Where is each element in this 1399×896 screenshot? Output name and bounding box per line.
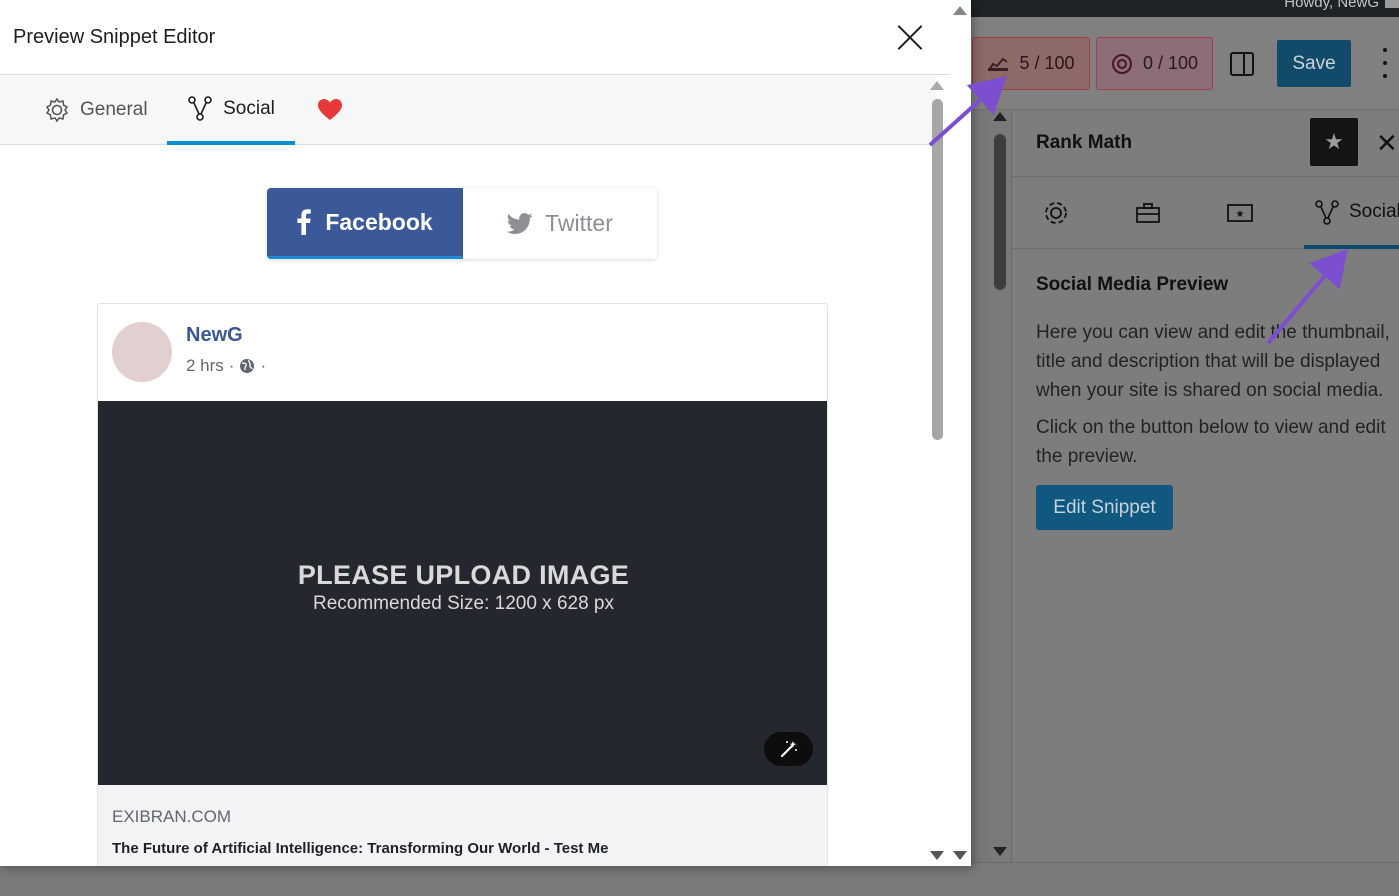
- facebook-icon: [297, 209, 312, 235]
- avatar: [112, 322, 172, 382]
- edit-snippet-button[interactable]: Edit Snippet: [1036, 485, 1173, 530]
- magic-wand-button[interactable]: [764, 732, 813, 766]
- close-icon[interactable]: [896, 23, 926, 53]
- post-meta: 2 hrs · ·: [186, 356, 266, 376]
- image-placeholder[interactable]: PLEASE UPLOAD IMAGE Recommended Size: 12…: [98, 401, 827, 785]
- facebook-tab-label: Facebook: [325, 208, 433, 235]
- user-avatar[interactable]: [1385, 0, 1399, 8]
- preview-snippet-editor-modal: Preview Snippet Editor General Social Fa…: [0, 0, 971, 866]
- link-preview-footer: EXIBRAN.COM The Future of Artificial Int…: [98, 785, 827, 866]
- editor-footer: [0, 862, 1399, 896]
- twitter-tab-label: Twitter: [545, 210, 613, 236]
- at-sign-icon: [1111, 53, 1132, 74]
- sidebar-header: Rank Math ★ ✕: [1012, 110, 1399, 177]
- modal-body: Facebook Twitter NewG 2 hrs · · PLEASE U…: [0, 145, 936, 866]
- post-time: 2 hrs: [186, 356, 224, 375]
- chart-icon: [988, 57, 1009, 71]
- scrollbar-thumb[interactable]: [994, 134, 1006, 290]
- link-title: The Future of Artificial Intelligence: T…: [112, 840, 609, 857]
- upload-subtitle: Recommended Size: 1200 x 628 px: [312, 593, 614, 614]
- upload-prompt: PLEASE UPLOAD IMAGE Recommended Size: 12…: [98, 560, 827, 615]
- link-domain: EXIBRAN.COM: [112, 807, 232, 826]
- facebook-preview-card: NewG 2 hrs · · PLEASE UPLOAD IMAGE Recom…: [97, 303, 828, 866]
- more-options-icon[interactable]: [1378, 48, 1392, 78]
- scroll-down-arrow-icon[interactable]: [993, 847, 1007, 856]
- modal-title: Preview Snippet Editor: [13, 26, 216, 48]
- toolbox-icon[interactable]: [1132, 197, 1164, 229]
- facebook-tab[interactable]: Facebook: [267, 188, 463, 259]
- seo-score-button[interactable]: 5 / 100: [972, 37, 1090, 90]
- globe-icon: [240, 359, 255, 373]
- social-preview-instruction: Click on the button below to view and ed…: [1036, 417, 1386, 467]
- tab-general[interactable]: General: [44, 75, 148, 145]
- ai-score-button[interactable]: 0 / 100: [1096, 37, 1213, 90]
- social-preview-heading: Social Media Preview: [1036, 274, 1229, 295]
- social-preview-description: Here you can view and edit the thumbnail…: [1036, 322, 1390, 401]
- heart-icon: [318, 99, 342, 120]
- star-icon[interactable]: ★: [1310, 118, 1358, 166]
- sidebar-title: Rank Math: [1036, 132, 1133, 153]
- sidebar-toggle-icon[interactable]: [1230, 52, 1254, 76]
- meta-separator: ·: [228, 356, 235, 375]
- rank-math-sidebar: Rank Math ★ ✕ ★ Social Social Media Prev…: [1011, 110, 1399, 862]
- share-nodes-icon: [188, 96, 212, 121]
- save-button[interactable]: Save: [1277, 40, 1351, 87]
- twitter-tab[interactable]: Twitter: [463, 188, 657, 259]
- sidebar-content: Social Media Preview Here you can view a…: [1036, 268, 1396, 530]
- scroll-down-arrow-icon[interactable]: [930, 851, 944, 860]
- schema-icon[interactable]: ★: [1224, 197, 1256, 229]
- tab-favorite[interactable]: [317, 75, 343, 145]
- sidebar-tabs: ★ Social: [1012, 177, 1399, 249]
- upload-title: PLEASE UPLOAD IMAGE: [297, 560, 630, 590]
- tab-social[interactable]: Social: [167, 75, 295, 145]
- twitter-icon: [507, 212, 533, 234]
- scrollbar-thumb[interactable]: [932, 99, 943, 440]
- howdy-greeting[interactable]: Howdy, NewG: [1284, 0, 1379, 11]
- gear-icon: [45, 97, 69, 123]
- tab-social-label: Social: [223, 98, 275, 119]
- author-name: NewG: [186, 324, 243, 346]
- scroll-up-arrow-icon[interactable]: [930, 81, 944, 90]
- sidebar-tab-social[interactable]: Social: [1304, 177, 1399, 249]
- ai-score-value: 0 / 100: [1142, 53, 1199, 73]
- sidebar-tab-social-label: Social: [1349, 201, 1399, 222]
- scroll-up-arrow-icon[interactable]: [953, 6, 967, 15]
- meta-separator: ·: [260, 356, 267, 375]
- modal-scrollbar[interactable]: [926, 75, 948, 866]
- magic-wand-icon: [780, 741, 797, 758]
- modal-header: Preview Snippet Editor: [0, 0, 971, 75]
- share-nodes-icon: [1315, 200, 1339, 225]
- page-scrollbar[interactable]: [950, 0, 971, 866]
- editor-scrollbar[interactable]: [990, 110, 1010, 862]
- seo-score-value: 5 / 100: [1019, 53, 1075, 73]
- scroll-up-arrow-icon[interactable]: [993, 112, 1007, 121]
- tab-general-label: General: [80, 99, 148, 120]
- svg-text:★: ★: [1236, 209, 1245, 220]
- network-switcher: Facebook Twitter: [267, 188, 657, 259]
- gear-icon[interactable]: [1040, 197, 1072, 229]
- scroll-down-arrow-icon[interactable]: [953, 851, 967, 860]
- close-icon[interactable]: ✕: [1376, 128, 1398, 159]
- modal-tabs: General Social: [0, 75, 936, 145]
